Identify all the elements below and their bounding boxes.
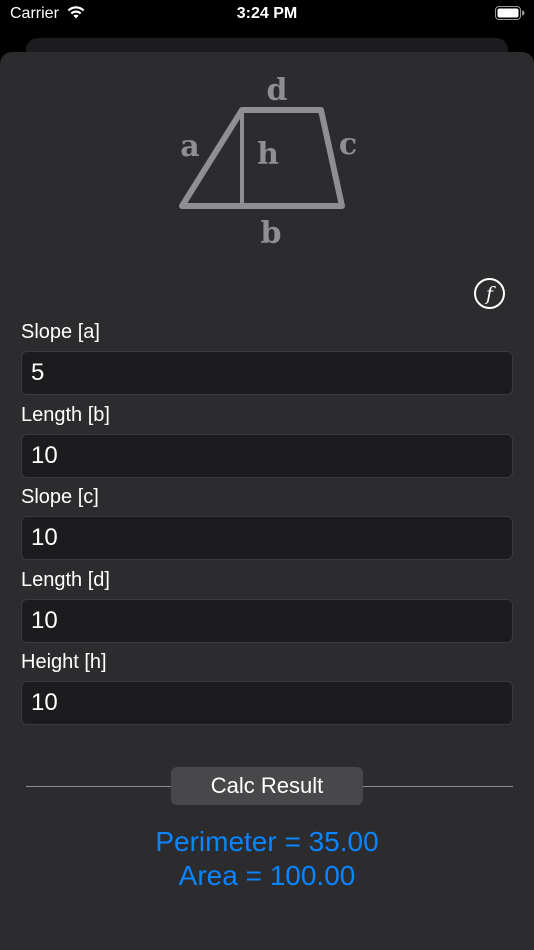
clock: 3:24 PM (236, 5, 298, 22)
divider-right (363, 786, 513, 787)
divider-left (26, 786, 171, 787)
label-b: b (261, 216, 282, 251)
slope-c-label: Slope [c] (21, 486, 99, 508)
function-glyph: f (485, 282, 494, 305)
status-bar: Carrier 3:24 PM (0, 0, 534, 40)
height-h-input[interactable] (21, 681, 513, 725)
height-h-label: Height [h] (21, 651, 107, 673)
perimeter-result: Perimeter = 35.00 (155, 826, 379, 857)
function-icon[interactable]: f (474, 278, 505, 309)
area-result: Area = 100.00 (178, 860, 356, 891)
label-d: d (267, 73, 288, 108)
battery-icon (495, 5, 525, 26)
label-c: c (339, 127, 357, 162)
length-d-input[interactable] (21, 599, 513, 643)
calc-result-button[interactable]: Calc Result (171, 767, 363, 805)
slope-a-label: Slope [a] (21, 321, 100, 343)
length-b-input[interactable] (21, 434, 513, 478)
length-d-label: Length [d] (21, 569, 110, 591)
slope-a-input[interactable] (21, 351, 513, 395)
length-b-label: Length [b] (21, 404, 110, 426)
trapezoid-diagram: d a h c b (160, 68, 370, 258)
label-a: a (180, 129, 199, 164)
slope-c-input[interactable] (21, 516, 513, 560)
label-h: h (257, 137, 279, 172)
